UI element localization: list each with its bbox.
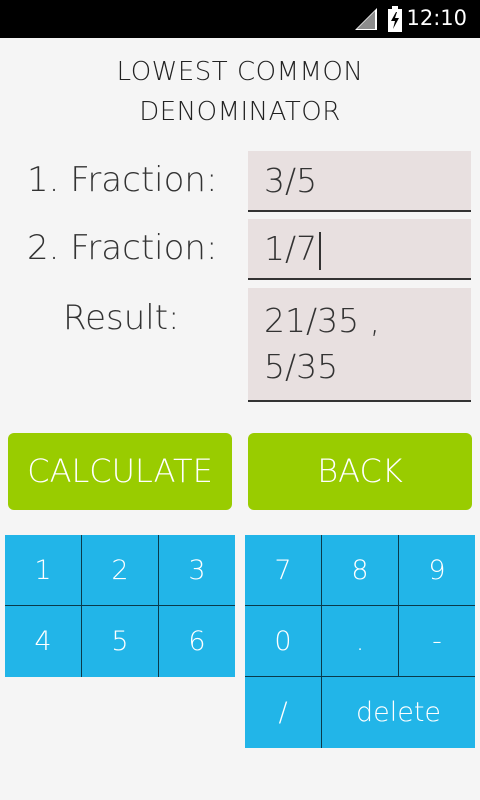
key-3[interactable]: 3 bbox=[159, 535, 235, 606]
key-8[interactable]: 8 bbox=[322, 535, 398, 606]
keypad-divider bbox=[398, 535, 399, 677]
key-dot[interactable]: . bbox=[322, 606, 398, 677]
key-6[interactable]: 6 bbox=[159, 606, 235, 677]
keypad-divider bbox=[81, 535, 82, 677]
key-4[interactable]: 4 bbox=[5, 606, 81, 677]
fraction1-value: 3/5 bbox=[264, 161, 318, 200]
keypad-divider bbox=[158, 535, 159, 677]
back-button[interactable]: BACK bbox=[248, 433, 472, 510]
text-cursor bbox=[319, 231, 322, 270]
fraction2-label: 2. Fraction: bbox=[27, 228, 218, 268]
title-line-1: LOWEST COMMON bbox=[116, 57, 364, 87]
signal-icon bbox=[355, 8, 377, 30]
key-7[interactable]: 7 bbox=[245, 535, 321, 606]
calculate-button[interactable]: CALCULATE bbox=[8, 433, 232, 510]
status-bar: 12:10 bbox=[0, 0, 480, 38]
key-1[interactable]: 1 bbox=[5, 535, 81, 606]
key-0[interactable]: 0 bbox=[245, 606, 321, 677]
key-2[interactable]: 2 bbox=[82, 535, 158, 606]
left-keypad: 1 2 3 4 5 6 bbox=[5, 535, 235, 677]
battery-charging-icon bbox=[388, 6, 402, 32]
key-minus[interactable]: - bbox=[399, 606, 475, 677]
fraction2-field[interactable]: 1/7 bbox=[248, 219, 471, 280]
keypad-divider bbox=[245, 605, 475, 606]
keypad-divider bbox=[5, 605, 235, 606]
status-time: 12:10 bbox=[406, 6, 467, 30]
key-delete[interactable]: delete bbox=[322, 677, 475, 748]
key-5[interactable]: 5 bbox=[82, 606, 158, 677]
right-keypad: 7 8 9 0 . - / delete bbox=[245, 535, 475, 748]
fraction2-value: 1/7 bbox=[264, 229, 318, 268]
result-line-2: 5/35 bbox=[264, 347, 339, 386]
page-title: LOWEST COMMON DENOMINATOR bbox=[0, 52, 480, 132]
fraction1-label: 1. Fraction: bbox=[27, 160, 218, 200]
result-line-1: 21/35 , bbox=[264, 301, 381, 340]
title-line-2: DENOMINATOR bbox=[139, 97, 341, 127]
keypad-divider bbox=[245, 676, 475, 677]
key-9[interactable]: 9 bbox=[399, 535, 475, 606]
result-field[interactable]: 21/35 , 5/35 bbox=[248, 288, 471, 402]
result-label: Result: bbox=[63, 298, 180, 338]
key-slash[interactable]: / bbox=[245, 677, 321, 748]
fraction1-field[interactable]: 3/5 bbox=[248, 151, 471, 212]
keypad-divider bbox=[321, 535, 322, 748]
